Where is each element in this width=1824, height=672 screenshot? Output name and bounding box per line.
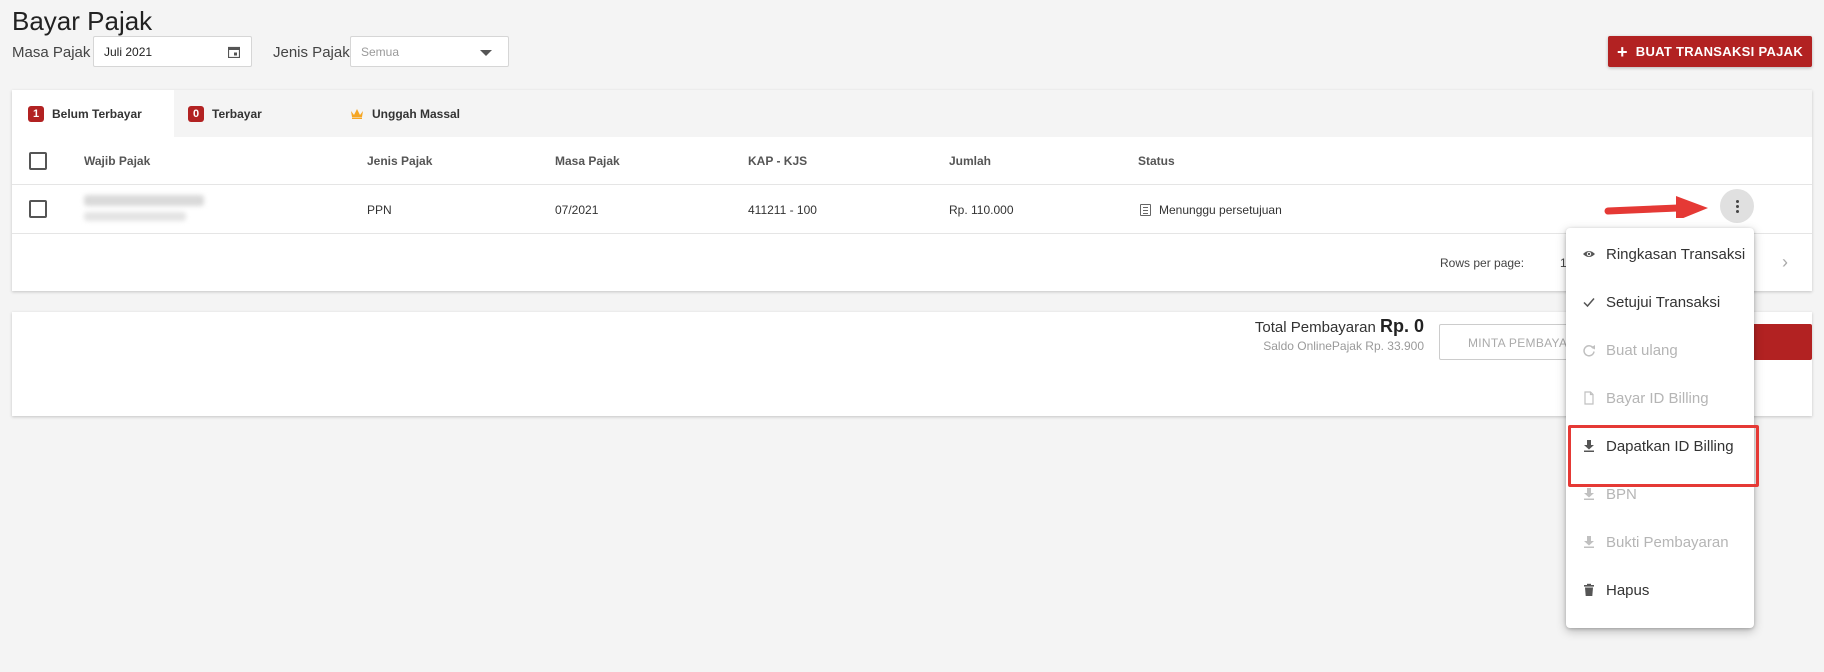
tab-bar: 1 Belum Terbayar 0 Terbayar Unggah Massa… bbox=[12, 90, 1812, 137]
next-page-chevron-icon[interactable]: › bbox=[1782, 252, 1788, 273]
annotation-highlight-box bbox=[1568, 425, 1759, 487]
redacted-taxpayer-id bbox=[84, 212, 186, 221]
menu-item-setujui-transaksi[interactable]: Setujui Transaksi bbox=[1566, 278, 1754, 326]
cell-kap-kjs: 411211 - 100 bbox=[748, 203, 817, 217]
cell-masa-pajak: 07/2021 bbox=[555, 203, 599, 217]
row-more-options-button[interactable] bbox=[1720, 189, 1754, 223]
kebab-dot bbox=[1735, 209, 1739, 213]
cell-status: Menunggu persetujuan bbox=[1159, 203, 1282, 217]
menu-item-label: Bukti Pembayaran bbox=[1606, 533, 1729, 551]
tab-label: Belum Terbayar bbox=[52, 106, 142, 121]
rows-per-page-label: Rows per page: bbox=[1440, 256, 1525, 270]
select-all-checkbox[interactable] bbox=[29, 152, 47, 170]
masa-pajak-input[interactable]: Juli 2021 bbox=[93, 36, 252, 67]
menu-item-label: Hapus bbox=[1606, 581, 1650, 599]
tab-unggah-massal[interactable]: Unggah Massal bbox=[350, 90, 510, 137]
cell-jumlah: Rp. 110.000 bbox=[949, 203, 1014, 217]
table-header: Wajib Pajak Jenis Pajak Masa Pajak KAP -… bbox=[12, 137, 1812, 185]
header-kap-kjs: KAP - KJS bbox=[748, 154, 808, 168]
tab-terbayar[interactable]: 0 Terbayar bbox=[188, 90, 328, 137]
download-icon bbox=[1584, 536, 1594, 548]
plus-icon: + bbox=[1616, 41, 1628, 62]
download-icon bbox=[1584, 488, 1594, 500]
table-row[interactable]: PPN 07/2021 411211 - 100 Rp. 110.000 Men… bbox=[12, 185, 1812, 234]
saldo-balance: Saldo OnlinePajak Rp. 33.900 bbox=[1263, 339, 1424, 353]
document-icon bbox=[1584, 391, 1594, 405]
masa-pajak-label: Masa Pajak bbox=[12, 44, 91, 61]
header-jenis-pajak: Jenis Pajak bbox=[367, 154, 433, 168]
refresh-icon bbox=[1583, 345, 1595, 357]
header-jumlah: Jumlah bbox=[949, 154, 992, 168]
chevron-down-icon bbox=[480, 50, 492, 56]
check-icon bbox=[1583, 298, 1595, 308]
redacted-taxpayer-name bbox=[84, 195, 204, 206]
total-payment: Total Pembayaran Rp. 0 bbox=[1255, 316, 1424, 337]
tab-belum-terbayar[interactable]: 1 Belum Terbayar bbox=[12, 90, 174, 137]
total-payment-value: Rp. 0 bbox=[1379, 316, 1424, 336]
calendar-icon[interactable] bbox=[228, 46, 240, 58]
tab-label: Unggah Massal bbox=[372, 106, 461, 121]
paid-count-badge: 0 bbox=[188, 105, 204, 122]
page-title: Bayar Pajak bbox=[12, 6, 153, 36]
menu-item-bayar-id-billing[interactable]: Bayar ID Billing bbox=[1566, 374, 1754, 422]
kebab-dot bbox=[1735, 199, 1739, 203]
status-document-icon bbox=[1140, 204, 1151, 216]
menu-item-ringkasan-transaksi[interactable]: Ringkasan Transaksi bbox=[1566, 230, 1754, 278]
eye-icon bbox=[1583, 251, 1595, 257]
menu-item-label: Ringkasan Transaksi bbox=[1606, 245, 1746, 263]
create-transaction-label: BUAT TRANSAKSI PAJAK bbox=[1635, 44, 1804, 59]
jenis-pajak-select[interactable]: Semua bbox=[350, 36, 509, 67]
crown-icon bbox=[351, 109, 363, 119]
menu-item-label: Setujui Transaksi bbox=[1606, 293, 1721, 311]
jenis-pajak-placeholder: Semua bbox=[361, 45, 400, 59]
tab-label: Terbayar bbox=[212, 106, 262, 121]
menu-item-buat-ulang[interactable]: Buat ulang bbox=[1566, 326, 1754, 374]
trash-icon bbox=[1584, 583, 1594, 596]
table-footer: Rows per page: 1 › bbox=[12, 234, 1812, 291]
menu-item-label: Bayar ID Billing bbox=[1606, 389, 1709, 407]
cell-jenis-pajak: PPN bbox=[367, 203, 392, 217]
header-status: Status bbox=[1138, 154, 1175, 168]
create-transaction-button[interactable]: + BUAT TRANSAKSI PAJAK bbox=[1608, 36, 1812, 67]
total-payment-label: Total Pembayaran bbox=[1254, 319, 1376, 336]
menu-item-label: Buat ulang bbox=[1606, 341, 1678, 359]
header-masa-pajak: Masa Pajak bbox=[555, 154, 620, 168]
row-checkbox[interactable] bbox=[29, 200, 47, 218]
menu-item-bukti-pembayaran[interactable]: Bukti Pembayaran bbox=[1566, 518, 1754, 566]
jenis-pajak-label: Jenis Pajak bbox=[273, 44, 350, 61]
kebab-dot bbox=[1735, 204, 1739, 208]
payment-summary-card: Total Pembayaran Rp. 0 Saldo OnlinePajak… bbox=[12, 312, 1812, 416]
menu-item-label: BPN bbox=[1606, 485, 1637, 503]
unpaid-count-badge: 1 bbox=[28, 105, 44, 122]
annotation-arrow-icon bbox=[1604, 196, 1708, 218]
transactions-card: 1 Belum Terbayar 0 Terbayar Unggah Massa… bbox=[12, 90, 1812, 291]
header-wajib-pajak: Wajib Pajak bbox=[84, 154, 151, 168]
masa-pajak-value: Juli 2021 bbox=[104, 45, 153, 59]
menu-item-hapus[interactable]: Hapus bbox=[1566, 566, 1754, 614]
